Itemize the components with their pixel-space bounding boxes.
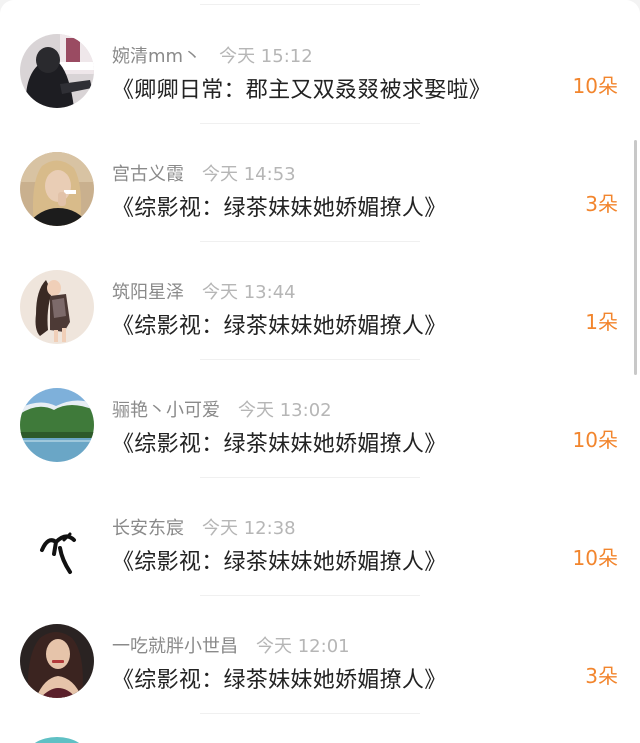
flower-count: 10朵 xyxy=(572,546,618,570)
book-title: 《卿卿日常：郡主又双叒叕被求娶啦》 xyxy=(112,78,492,103)
flower-count: 3朵 xyxy=(585,664,618,688)
book-title: 《综影视：绿茶妹妹她娇媚撩人》 xyxy=(112,668,447,693)
book-title: 《综影视：绿茶妹妹她娇媚撩人》 xyxy=(112,196,447,221)
list-item[interactable]: 婉清mm丶 今天 15:12 《卿卿日常：郡主又双叒叕被求娶啦》 10朵 xyxy=(0,6,640,124)
sender-name: 筑阳星泽 今天 13:44 xyxy=(112,278,296,304)
timestamp: 今天 15:12 xyxy=(219,46,313,67)
divider xyxy=(200,4,420,5)
avatar[interactable] xyxy=(20,388,94,462)
avatar[interactable] xyxy=(26,737,88,743)
sender-name-text: 一吃就胖小世昌 xyxy=(112,636,238,657)
sender-name: 长安东宸 今天 12:38 xyxy=(112,514,296,540)
sender-name: 骊艳丶小可爱 今天 13:02 xyxy=(112,396,332,422)
list-item[interactable]: 一吃就胖小世昌 今天 12:01 《综影视：绿茶妹妹她娇媚撩人》 3朵 xyxy=(0,596,640,714)
timestamp: 今天 12:01 xyxy=(256,636,350,657)
sender-name: 一吃就胖小世昌 今天 12:01 xyxy=(112,632,350,658)
avatar[interactable] xyxy=(20,506,94,580)
flower-count: 1朵 xyxy=(585,310,618,334)
sender-name-text: 筑阳星泽 xyxy=(112,282,184,303)
avatar[interactable] xyxy=(20,152,94,226)
avatar[interactable] xyxy=(20,34,94,108)
flower-count: 10朵 xyxy=(572,428,618,452)
book-title: 《综影视：绿茶妹妹她娇媚撩人》 xyxy=(112,550,447,575)
avatar[interactable] xyxy=(20,270,94,344)
sender-name-text: 婉清mm丶 xyxy=(112,46,202,67)
timestamp: 今天 13:02 xyxy=(238,400,332,421)
sender-name-text: 长安东宸 xyxy=(112,518,184,539)
timestamp: 今天 12:38 xyxy=(202,518,296,539)
sender-name: 婉清mm丶 今天 15:12 xyxy=(112,42,313,68)
list-item[interactable]: 宫古义霞 今天 14:53 《综影视：绿茶妹妹她娇媚撩人》 3朵 xyxy=(0,124,640,242)
avatar[interactable] xyxy=(20,624,94,698)
flower-count: 3朵 xyxy=(585,192,618,216)
book-title: 《综影视：绿茶妹妹她娇媚撩人》 xyxy=(112,432,447,457)
sender-name: 宫古义霞 今天 14:53 xyxy=(112,160,296,186)
divider xyxy=(200,713,420,714)
sender-name-text: 宫古义霞 xyxy=(112,164,184,185)
list-item[interactable]: 骊艳丶小可爱 今天 13:02 《综影视：绿茶妹妹她娇媚撩人》 10朵 xyxy=(0,360,640,478)
flower-count: 10朵 xyxy=(572,74,618,98)
message-list: 婉清mm丶 今天 15:12 《卿卿日常：郡主又双叒叕被求娶啦》 10朵 宫古义霞… xyxy=(0,0,640,743)
timestamp: 今天 13:44 xyxy=(202,282,296,303)
list-item[interactable]: 筑阳星泽 今天 13:44 《综影视：绿茶妹妹她娇媚撩人》 1朵 xyxy=(0,242,640,360)
scrollbar[interactable] xyxy=(634,140,637,375)
timestamp: 今天 14:53 xyxy=(202,164,296,185)
sender-name-text: 骊艳丶小可爱 xyxy=(112,400,220,421)
list-item[interactable]: 长安东宸 今天 12:38 《综影视：绿茶妹妹她娇媚撩人》 10朵 xyxy=(0,478,640,596)
book-title: 《综影视：绿茶妹妹她娇媚撩人》 xyxy=(112,314,447,339)
